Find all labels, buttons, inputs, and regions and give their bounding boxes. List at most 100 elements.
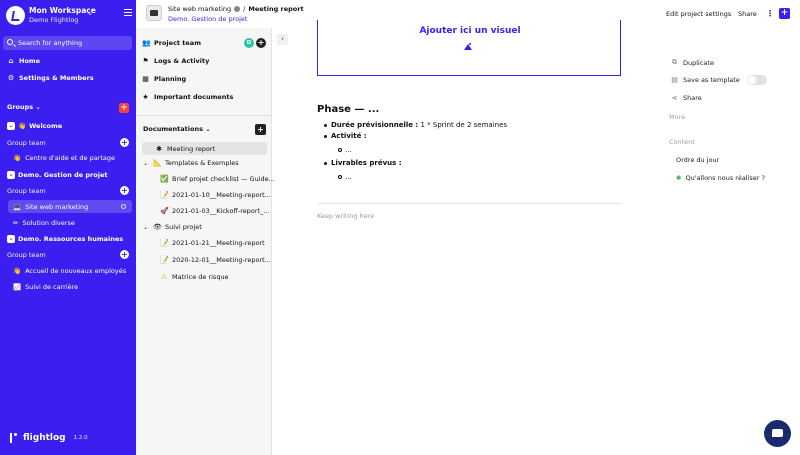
eye-icon: 👁 (153, 223, 162, 231)
chevron-down-icon[interactable]: ⌄ (143, 160, 149, 167)
documentations-label: Documentations (143, 125, 203, 133)
item-label: Important documents (154, 93, 234, 101)
image-icon (464, 43, 473, 50)
tree-item[interactable]: 📝 2021-01-21__Meeting-report (160, 239, 265, 247)
cover-label: Ajouter ici un visuel (419, 26, 521, 36)
editor-placeholder[interactable]: Keep writing here (317, 212, 374, 220)
tree-item-meeting-report[interactable]: ✱ Meeting report (142, 142, 267, 155)
collapse-icon[interactable]: ⌄ (7, 122, 15, 130)
share-panel-button[interactable]: ⋖ Share (671, 94, 702, 102)
content-section-label: Content (669, 138, 695, 146)
app-version: 1.2.0 (73, 435, 88, 441)
important-documents-item[interactable]: ★ Important documents (142, 93, 233, 101)
documentations-header[interactable]: Documentations ⌄ (143, 125, 211, 133)
team-icon: 👥 (142, 39, 151, 47)
chevron-down-icon: ⌄ (35, 103, 41, 111)
tree-item[interactable]: 📝 2020-12-01__Meeting-report... (160, 256, 271, 264)
share-label: Share (683, 94, 702, 102)
group-ressources-humaines[interactable]: ⌄ Demo. Ressources humaines (7, 235, 123, 243)
edit-project-settings-button[interactable]: Edit project settings (666, 10, 731, 18)
toc-item[interactable]: ✱ Qu'allons nous réaliser ? (676, 174, 765, 182)
hamburger-menu-icon[interactable] (124, 9, 132, 16)
nav-home[interactable]: ⌂ Home (7, 57, 40, 65)
nav-settings-label: Settings & Members (19, 74, 94, 82)
space-item-active[interactable]: 💻 Site web marketing (8, 200, 132, 213)
bullet-livrables[interactable]: Livrables prévus : (324, 159, 402, 167)
group-name: Demo. Ressources humaines (18, 235, 124, 243)
more-link[interactable]: More (669, 113, 685, 121)
bullet-activite[interactable]: Activité : (324, 132, 367, 140)
tree-item-label: 2020-12-01__Meeting-report... (172, 256, 271, 264)
document-icon: 📝 (160, 256, 169, 264)
space-item[interactable]: ✏ Solution diverse (13, 219, 75, 227)
group-link[interactable]: Demo. Gestion de projet (168, 15, 247, 23)
tree-item[interactable]: ✅ Brief projet checklist — Guide... (160, 175, 275, 183)
search-bar[interactable]: Search for anything (3, 36, 132, 50)
tree-folder-suivi-projet[interactable]: ⌄ 👁 Suivi projet (143, 223, 202, 231)
group-gestion-projet[interactable]: ⌄ Demo. Gestion de projet (7, 171, 107, 179)
tree-item[interactable]: ⚠ Matrice de risque (160, 273, 229, 281)
divider (136, 115, 272, 116)
space-item[interactable]: 📈 Suivi de carrière (13, 283, 78, 291)
add-space-button[interactable]: + (120, 138, 129, 147)
phase-heading[interactable]: Phase — ... (317, 104, 379, 115)
group-team-label: Group team (7, 139, 46, 147)
bullet-value: 1 * Sprint de 2 semaines (420, 121, 508, 129)
add-button[interactable]: + (779, 8, 790, 19)
tree-item-label: Templates & Exemples (165, 159, 239, 167)
duplicate-label: Duplicate (683, 58, 714, 67)
tree-item[interactable]: 🚀 2021-01-03__Kickoff-report_... (160, 207, 270, 215)
item-label: Project team (154, 39, 201, 47)
space-item[interactable]: 👋 Centre d'aide et de partage (13, 154, 115, 162)
toc-item-label: Qu'allons nous réaliser ? (685, 174, 765, 182)
chat-support-button[interactable] (764, 420, 791, 447)
add-space-button[interactable]: + (120, 250, 129, 259)
page-icon (146, 5, 162, 21)
tree-item[interactable]: 📝 2021-01-10__Meeting-report... (160, 191, 271, 199)
share-button[interactable]: Share (738, 10, 757, 18)
group-welcome[interactable]: ⌄ 👋 Welcome (7, 122, 62, 130)
space-label: Solution diverse (22, 219, 75, 227)
bullet-label: Activité : (331, 132, 367, 140)
add-document-button[interactable]: + (255, 124, 266, 135)
wave-icon: 👋 (13, 267, 22, 275)
cover-image-placeholder[interactable]: Ajouter ici un visuel (317, 20, 621, 76)
chevron-down-icon[interactable]: ⌄ (143, 224, 149, 231)
flag-icon: ⚑ (142, 57, 149, 65)
collapse-icon[interactable]: ⌄ (7, 235, 15, 243)
add-space-button[interactable]: + (120, 186, 129, 195)
tree-item-label: Brief projet checklist — Guide... (172, 175, 275, 183)
breadcrumb-parent[interactable]: Site web marketing (168, 5, 231, 13)
chevron-down-icon[interactable]: ⌄ (87, 9, 93, 17)
laptop-icon: 💻 (13, 202, 22, 211)
save-as-template-toggle[interactable] (747, 75, 767, 85)
more-options-icon[interactable]: ⋮ (766, 9, 774, 18)
nav-settings-members[interactable]: ⚙ Settings & Members (7, 74, 94, 82)
workspace-switcher[interactable]: Mon Workspace Demo Flightlog ⌄ (6, 5, 132, 27)
toc-item[interactable]: Ordre du jour (676, 156, 719, 164)
breadcrumb: Site web marketing / Meeting report (168, 5, 304, 13)
planning-item[interactable]: ▦ Planning (142, 75, 186, 83)
tree-item-label: 2021-01-03__Kickoff-report_... (172, 207, 270, 215)
collapse-icon[interactable]: ⌄ (7, 171, 15, 179)
bullet-duree[interactable]: Durée prévisionnelle : 1 * Sprint de 2 s… (323, 121, 508, 129)
gear-icon[interactable] (121, 204, 126, 209)
item-label: Logs & Activity (154, 57, 210, 65)
avatar[interactable]: D (244, 38, 254, 48)
info-icon[interactable] (234, 6, 241, 12)
groups-header[interactable]: Groups ⌄ (7, 103, 41, 111)
star-icon: ★ (142, 93, 149, 101)
add-group-button[interactable]: + (119, 103, 129, 113)
duplicate-button[interactable]: ⧉ Duplicate (671, 58, 714, 67)
group-name: Demo. Gestion de projet (18, 171, 108, 179)
sub-bullet[interactable]: ... (338, 146, 352, 154)
flightlog-logo-icon (10, 433, 19, 443)
tree-folder-templates[interactable]: ⌄ 📐 Templates & Exemples (143, 159, 239, 167)
collapse-panel-button[interactable]: ‹ (277, 34, 288, 45)
project-team-item[interactable]: 👥 Project team (142, 39, 201, 47)
group-team-label: Group team (7, 187, 46, 195)
add-member-button[interactable]: + (256, 38, 266, 48)
logs-activity-item[interactable]: ⚑ Logs & Activity (142, 57, 209, 65)
space-item[interactable]: 👋 Accueil de nouveaux employés (13, 267, 126, 275)
sub-bullet[interactable]: ... (338, 173, 352, 181)
